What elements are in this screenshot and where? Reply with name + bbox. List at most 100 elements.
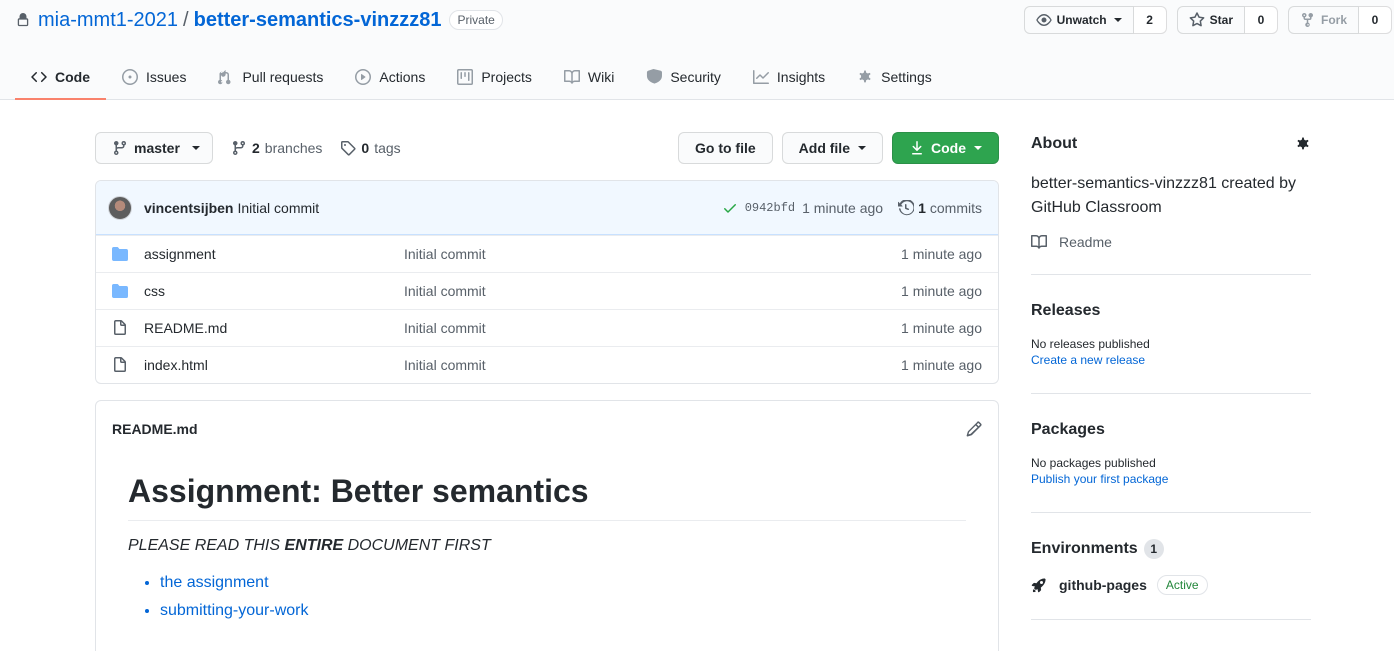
tab-label: Pull requests	[242, 69, 324, 85]
graph-icon	[752, 69, 769, 85]
file-commit-message[interactable]: Initial commit	[404, 320, 486, 336]
fork-label: Fork	[1320, 13, 1347, 27]
gear-icon[interactable]	[1295, 136, 1311, 152]
tag-icon	[340, 140, 356, 156]
file-name-link[interactable]: assignment	[144, 246, 404, 262]
environments-counter: 1	[1143, 539, 1164, 559]
star-group: Star 0	[1176, 6, 1278, 34]
book-icon	[1031, 234, 1047, 250]
file-name-link[interactable]: index.html	[144, 357, 404, 373]
file-navigation: master 2 branches 0 tags Go to file Add …	[95, 132, 999, 164]
tab-settings[interactable]: Settings	[841, 56, 948, 100]
main-content: master 2 branches 0 tags Go to file Add …	[95, 132, 999, 651]
readme-toc: the assignment submitting-your-work	[128, 569, 966, 625]
fork-button[interactable]: Fork	[1287, 6, 1359, 34]
tab-projects[interactable]: Projects	[441, 56, 548, 100]
caret-down-icon	[1113, 18, 1122, 22]
tab-label: Issues	[146, 69, 187, 85]
repo-forked-icon	[1300, 12, 1316, 28]
caret-down-icon	[974, 146, 982, 150]
add-file-button[interactable]: Add file	[781, 132, 883, 164]
releases-heading[interactable]: Releases	[1031, 299, 1311, 323]
readme-link[interactable]: Readme	[1031, 234, 1311, 250]
star-icon	[1189, 12, 1205, 28]
readme-box: README.md Assignment: Better semantics P…	[95, 400, 999, 651]
file-row: index.html Initial commit 1 minute ago	[96, 346, 998, 383]
file-name-link[interactable]: css	[144, 283, 404, 299]
releases-title: Releases	[1031, 302, 1101, 319]
tab-pull-requests[interactable]: Pull requests	[202, 56, 339, 100]
packages-section: Packages No packages published Publish y…	[1031, 394, 1311, 513]
readme-link-label: Readme	[1059, 234, 1112, 250]
list-item: the assignment	[160, 569, 966, 597]
tags-link[interactable]: 0 tags	[340, 140, 401, 156]
branches-link[interactable]: 2 branches	[231, 140, 322, 156]
repo-header: mia-mmt1-2021 / better-semantics-vinzzz8…	[0, 0, 1394, 100]
pencil-icon[interactable]	[966, 421, 982, 437]
commit-author-link[interactable]: vincentsijben	[144, 200, 233, 216]
file-commit-message[interactable]: Initial commit	[404, 283, 486, 299]
sidebar: About better-semantics-vinzzz81 created …	[1031, 132, 1311, 620]
file-nav-actions: Go to file Add file Code	[677, 132, 999, 164]
file-name-link[interactable]: README.md	[144, 320, 404, 336]
repo-nav: Code Issues Pull requests Actions Projec…	[15, 56, 948, 100]
star-label: Star	[1209, 13, 1233, 27]
tab-code[interactable]: Code	[15, 56, 106, 100]
file-age: 1 minute ago	[901, 357, 982, 373]
repo-owner-link[interactable]: mia-mmt1-2021	[38, 9, 178, 32]
file-commit-message[interactable]: Initial commit	[404, 246, 486, 262]
download-icon	[909, 140, 925, 156]
unwatch-button[interactable]: Unwatch	[1023, 6, 1134, 34]
git-branch-icon	[231, 140, 247, 156]
releases-section: Releases No releases published Create a …	[1031, 275, 1311, 394]
tab-issues[interactable]: Issues	[106, 56, 202, 100]
create-release-link[interactable]: Create a new release	[1031, 353, 1311, 367]
file-age: 1 minute ago	[901, 320, 982, 336]
repo-actions: Unwatch 2 Star 0 Fork 0	[1023, 6, 1392, 34]
folder-icon	[112, 283, 128, 299]
star-button[interactable]: Star	[1176, 6, 1245, 34]
toc-link-assignment[interactable]: the assignment	[160, 574, 269, 591]
environment-item: github-pages Active	[1031, 575, 1311, 595]
code-download-button[interactable]: Code	[892, 132, 999, 164]
commit-sha-link[interactable]: 0942bfd	[745, 201, 795, 215]
commits-history-link[interactable]: 1 commits	[898, 199, 982, 216]
commit-meta: 0942bfd 1 minute ago 1 commits	[722, 199, 982, 216]
tab-actions[interactable]: Actions	[339, 56, 441, 100]
intro-text: PLEASE READ THIS	[128, 537, 285, 554]
environment-link[interactable]: github-pages	[1059, 577, 1147, 593]
branch-select-button[interactable]: master	[95, 132, 213, 164]
go-to-file-button[interactable]: Go to file	[677, 132, 773, 164]
avatar[interactable]	[108, 195, 132, 220]
caret-down-icon	[858, 146, 866, 150]
tab-label: Wiki	[587, 69, 615, 85]
tab-security[interactable]: Security	[630, 56, 737, 100]
repo-name-link[interactable]: better-semantics-vinzzz81	[194, 9, 442, 32]
environments-section: Environments 1 github-pages Active	[1031, 513, 1311, 620]
status-badge: Active	[1156, 575, 1208, 595]
environments-title: Environments	[1031, 540, 1138, 557]
forks-count[interactable]: 0	[1359, 6, 1392, 34]
intro-text: DOCUMENT FIRST	[343, 537, 491, 554]
tab-insights[interactable]: Insights	[737, 56, 841, 100]
lock-icon	[16, 12, 30, 28]
packages-heading[interactable]: Packages	[1031, 418, 1311, 442]
eye-icon	[1035, 12, 1052, 28]
file-commit-message[interactable]: Initial commit	[404, 357, 486, 373]
publish-package-link[interactable]: Publish your first package	[1031, 472, 1311, 486]
check-icon[interactable]	[722, 200, 738, 216]
commit-age: 1 minute ago	[802, 199, 884, 216]
file-icon	[112, 320, 128, 336]
commit-message-link[interactable]: Initial commit	[237, 200, 319, 216]
add-file-label: Add file	[798, 140, 850, 156]
environments-heading[interactable]: Environments 1	[1031, 537, 1311, 561]
watchers-count[interactable]: 2	[1133, 6, 1167, 34]
caret-down-icon	[191, 146, 200, 150]
history-icon	[898, 199, 915, 216]
toc-link-submitting[interactable]: submitting-your-work	[160, 602, 308, 619]
file-row: assignment Initial commit 1 minute ago	[96, 235, 998, 272]
readme-header: README.md	[96, 401, 998, 457]
tab-wiki[interactable]: Wiki	[548, 56, 630, 100]
stargazers-count[interactable]: 0	[1244, 6, 1278, 34]
branches-count: 2	[252, 140, 260, 156]
